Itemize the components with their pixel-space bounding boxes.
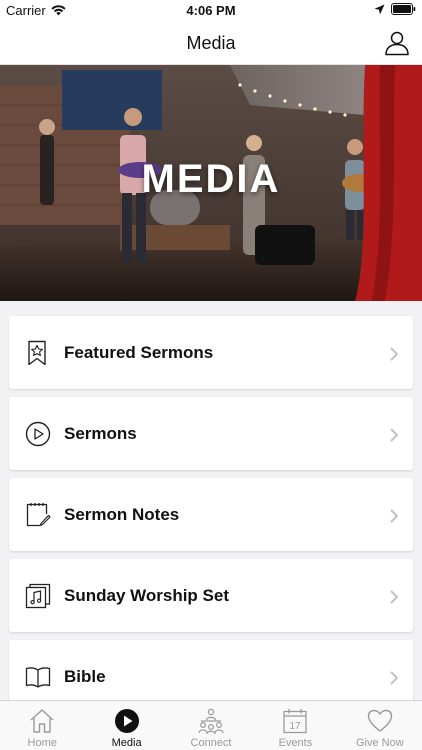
tab-events[interactable]: 17 Events	[253, 701, 337, 750]
tab-media[interactable]: Media	[84, 701, 168, 750]
tab-media-label: Media	[111, 737, 142, 749]
people-icon	[198, 708, 224, 735]
location-arrow-icon	[374, 4, 385, 14]
sunday-worship-set-label: Sunday Worship Set	[64, 586, 229, 605]
chevron-right-icon	[390, 509, 398, 523]
tab-connect-label: Connect	[190, 737, 232, 749]
featured-sermons-item[interactable]: Featured Sermons	[9, 316, 413, 389]
chevron-right-icon	[390, 347, 398, 361]
tab-bar: Home Media Connect 17 Events Give Now	[0, 700, 422, 750]
calendar-day-number: 17	[290, 721, 302, 732]
battery-icon	[391, 3, 416, 15]
status-bar: Carrier 4:06 PM	[0, 0, 422, 22]
tab-give-now-label: Give Now	[355, 737, 404, 749]
notepad-pencil-icon	[26, 503, 51, 527]
tab-events-label: Events	[278, 737, 313, 749]
sermons-label: Sermons	[64, 424, 137, 443]
tab-home-label: Home	[27, 737, 57, 749]
featured-sermons-label: Featured Sermons	[64, 343, 214, 362]
hero-title: MEDIA	[141, 157, 281, 201]
navigation-bar: Media	[0, 22, 422, 65]
play-circle-icon	[25, 421, 51, 447]
sermon-notes-item[interactable]: Sermon Notes	[9, 478, 413, 551]
chevron-right-icon	[390, 590, 398, 604]
play-circle-filled-icon	[114, 709, 139, 733]
tab-home[interactable]: Home	[0, 701, 84, 750]
sermons-item[interactable]: Sermons	[9, 397, 413, 470]
heart-icon	[367, 709, 393, 732]
page-title: Media	[186, 33, 236, 53]
chevron-right-icon	[390, 428, 398, 442]
calendar-icon: 17	[283, 709, 308, 734]
profile-icon[interactable]	[384, 30, 410, 56]
media-menu-list: Featured Sermons Sermons Sermon Notes Su…	[9, 316, 413, 721]
chevron-right-icon	[390, 671, 398, 685]
bookmark-star-icon	[28, 340, 46, 366]
status-right	[374, 3, 416, 15]
status-time: 4:06 PM	[186, 3, 236, 18]
bible-label: Bible	[64, 667, 106, 686]
hero-banner: MEDIA	[0, 65, 422, 301]
sunday-worship-set-item[interactable]: Sunday Worship Set	[9, 559, 413, 632]
sermon-notes-label: Sermon Notes	[64, 505, 180, 524]
home-icon	[30, 709, 54, 733]
tab-connect[interactable]: Connect	[169, 701, 253, 750]
open-book-icon	[25, 667, 51, 688]
tab-give-now[interactable]: Give Now	[338, 701, 422, 750]
music-note-album-icon	[25, 583, 51, 609]
